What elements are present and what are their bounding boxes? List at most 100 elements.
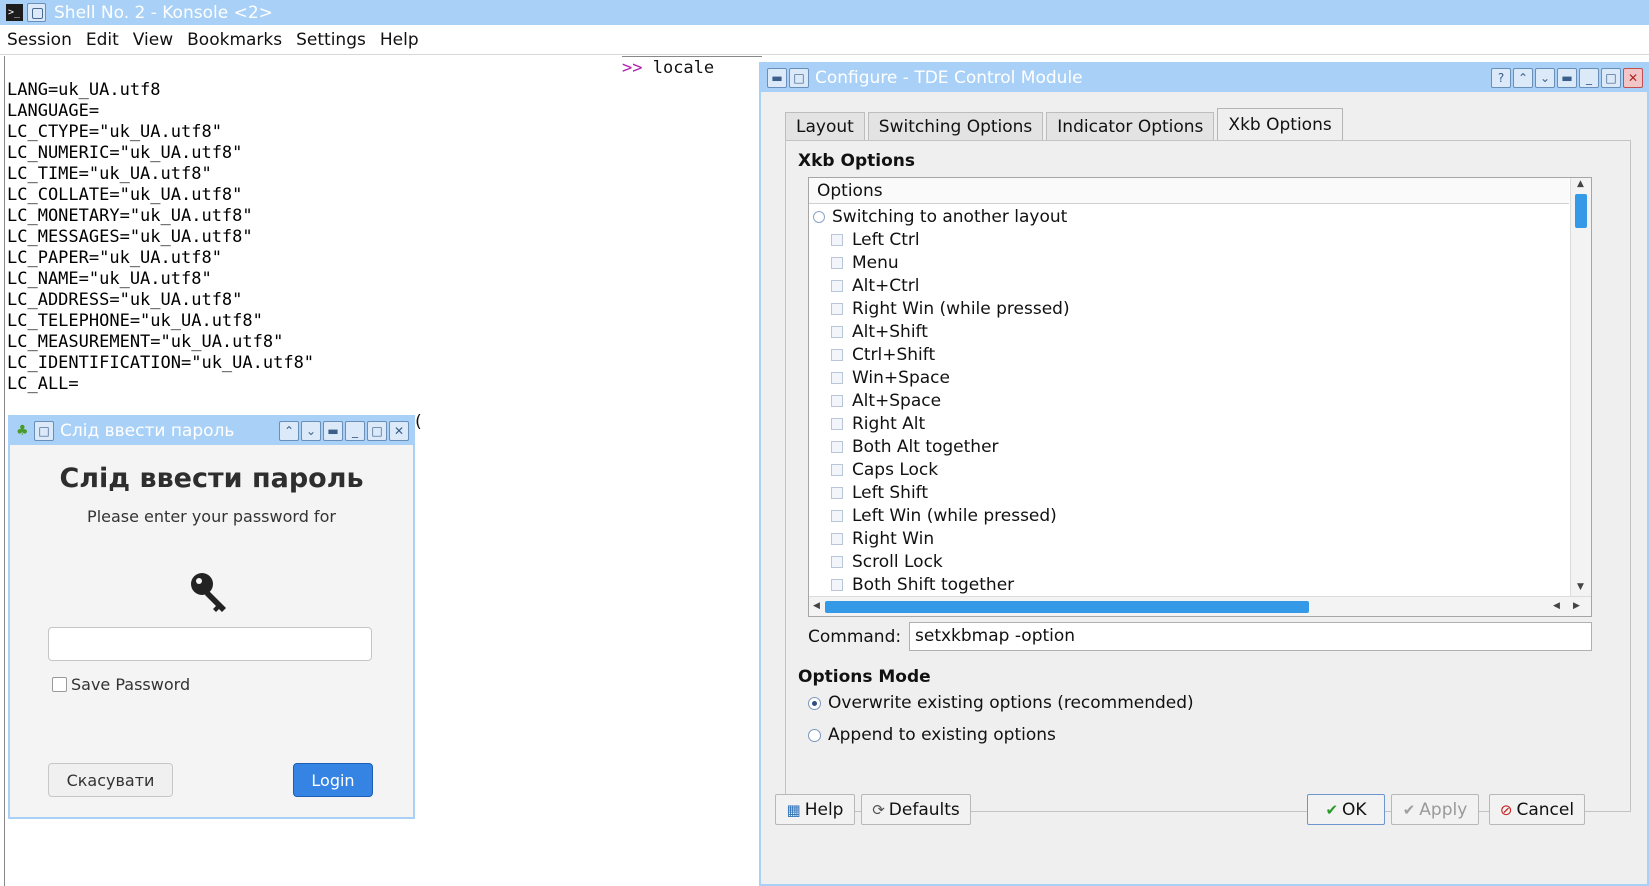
option-item[interactable]: Right Win: [831, 527, 934, 551]
command-label: Command:: [808, 627, 902, 647]
window-menu-icon[interactable]: □: [34, 421, 54, 441]
menu-bookmarks[interactable]: Bookmarks: [180, 30, 289, 50]
options-tree[interactable]: Options Switching to another layout Left…: [808, 177, 1592, 617]
tab-switching-options[interactable]: Switching Options: [867, 112, 1044, 141]
close-icon[interactable]: ✕: [1623, 68, 1643, 88]
menu-session[interactable]: Session: [0, 30, 79, 50]
mode-overwrite-option[interactable]: Overwrite existing options (recommended): [808, 693, 1194, 713]
option-checkbox[interactable]: [831, 533, 843, 545]
window-menu-icon[interactable]: ▬: [767, 68, 787, 88]
horizontal-scrollbar-thumb[interactable]: [825, 601, 1309, 613]
option-checkbox[interactable]: [831, 234, 843, 246]
apply-button[interactable]: ✔ Apply: [1391, 794, 1479, 825]
option-checkbox[interactable]: [831, 326, 843, 338]
restore-icon[interactable]: ▬: [1557, 68, 1577, 88]
menu-edit[interactable]: Edit: [79, 30, 126, 50]
option-item[interactable]: Win+Space: [831, 366, 950, 390]
horizontal-scrollbar[interactable]: ◀ ◀ ▶: [809, 596, 1591, 616]
option-item[interactable]: Left Win (while pressed): [831, 504, 1057, 528]
option-item[interactable]: Alt+Shift: [831, 320, 928, 344]
mode-append-label[interactable]: Append to existing options: [828, 725, 1056, 745]
option-checkbox[interactable]: [831, 257, 843, 269]
option-item[interactable]: Scroll Lock: [831, 550, 943, 574]
option-checkbox[interactable]: [831, 556, 843, 568]
save-password-checkbox[interactable]: [52, 677, 67, 692]
help-question-icon[interactable]: ?: [1491, 68, 1511, 88]
vertical-scrollbar[interactable]: ▲ ▼: [1570, 178, 1591, 596]
option-checkbox[interactable]: [831, 510, 843, 522]
maximize-icon[interactable]: □: [1601, 68, 1621, 88]
close-icon[interactable]: ✕: [389, 421, 409, 441]
option-checkbox[interactable]: [831, 303, 843, 315]
option-checkbox[interactable]: [831, 464, 843, 476]
vertical-scrollbar-thumb[interactable]: [1575, 194, 1587, 228]
menu-settings[interactable]: Settings: [289, 30, 373, 50]
menu-help[interactable]: Help: [373, 30, 426, 50]
radio-overwrite[interactable]: [808, 696, 821, 710]
option-item[interactable]: Caps Lock: [831, 458, 938, 482]
shade-up-icon[interactable]: ⌃: [1513, 68, 1533, 88]
terminal-line: LC_MEASUREMENT="uk_UA.utf8": [7, 332, 284, 352]
tab-xkb-options[interactable]: Xkb Options: [1217, 108, 1343, 141]
mode-append-option[interactable]: Append to existing options: [808, 725, 1056, 745]
option-item[interactable]: Right Win (while pressed): [831, 297, 1070, 321]
shade-down-icon[interactable]: ⌄: [301, 421, 321, 441]
group-indicator-icon[interactable]: [813, 211, 825, 223]
scroll-left-arrow-icon[interactable]: ◀: [1553, 601, 1560, 611]
tde-dialog-titlebar[interactable]: ▬ □ Configure - TDE Control Module ? ⌃ ⌄…: [761, 64, 1647, 92]
restore-icon[interactable]: ▬: [323, 421, 343, 441]
option-group-label: Switching to another layout: [832, 207, 1068, 227]
option-checkbox[interactable]: [831, 395, 843, 407]
command-field[interactable]: setxkbmap -option: [909, 622, 1592, 651]
option-checkbox[interactable]: [831, 487, 843, 499]
konsole-titlebar[interactable]: >_ Shell No. 2 - Konsole <2>: [0, 0, 1649, 25]
cancel-button[interactable]: ⊘ Cancel: [1489, 794, 1585, 825]
password-dialog-titlebar[interactable]: ♣ □ Слід ввести пароль ⌃ ⌄ ▬ _ □ ✕: [10, 417, 413, 445]
scroll-right-arrow-icon[interactable]: ▶: [1573, 601, 1580, 611]
option-checkbox[interactable]: [831, 579, 843, 591]
help-button[interactable]: ▦ Help: [775, 794, 855, 825]
option-group-switching[interactable]: Switching to another layout: [813, 205, 1067, 229]
tab-layout[interactable]: Layout: [785, 112, 865, 141]
save-password-label[interactable]: Save Password: [71, 675, 190, 694]
option-checkbox[interactable]: [831, 418, 843, 430]
scroll-up-arrow-icon[interactable]: ▲: [1577, 179, 1584, 189]
minimize-icon[interactable]: _: [1579, 68, 1599, 88]
keyring-app-icon[interactable]: ♣: [16, 423, 32, 439]
mode-overwrite-label[interactable]: Overwrite existing options (recommended): [828, 693, 1194, 713]
option-item[interactable]: Right Alt: [831, 412, 925, 436]
password-input[interactable]: [48, 627, 372, 661]
option-item[interactable]: Left Ctrl: [831, 228, 920, 252]
cancel-button[interactable]: Скасувати: [48, 763, 173, 797]
shade-down-icon[interactable]: ⌄: [1535, 68, 1555, 88]
login-button[interactable]: Login: [293, 763, 373, 797]
option-checkbox[interactable]: [831, 372, 843, 384]
save-password-row[interactable]: Save Password: [52, 675, 190, 694]
option-item[interactable]: Alt+Ctrl: [831, 274, 920, 298]
maximize-icon[interactable]: □: [367, 421, 387, 441]
window-menu-icon[interactable]: [27, 3, 46, 22]
option-item[interactable]: Menu: [831, 251, 899, 275]
scroll-left-arrow-icon[interactable]: ◀: [813, 601, 820, 611]
menu-view[interactable]: View: [126, 30, 180, 50]
option-item[interactable]: Left Shift: [831, 481, 928, 505]
terminal-app-icon[interactable]: >_: [6, 4, 23, 21]
password-dialog-subtitle: Please enter your password for: [87, 507, 336, 526]
option-checkbox[interactable]: [831, 349, 843, 361]
shade-up-icon[interactable]: ⌃: [279, 421, 299, 441]
defaults-button[interactable]: ⟳ Defaults: [861, 794, 971, 825]
ok-button[interactable]: ✔ OK: [1307, 794, 1385, 825]
option-item[interactable]: Both Shift together: [831, 573, 1014, 595]
option-checkbox[interactable]: [831, 280, 843, 292]
option-item[interactable]: Both Alt together: [831, 435, 999, 459]
tab-indicator-options[interactable]: Indicator Options: [1046, 112, 1215, 141]
options-column-header[interactable]: Options: [809, 178, 1569, 204]
option-item[interactable]: Alt+Space: [831, 389, 941, 413]
sticky-icon[interactable]: □: [789, 68, 809, 88]
option-checkbox[interactable]: [831, 441, 843, 453]
option-item[interactable]: Ctrl+Shift: [831, 343, 935, 367]
scroll-down-arrow-icon[interactable]: ▼: [1577, 582, 1584, 592]
minimize-icon[interactable]: _: [345, 421, 365, 441]
terminal-line: LC_TELEPHONE="uk_UA.utf8": [7, 311, 263, 331]
radio-append[interactable]: [808, 728, 821, 742]
